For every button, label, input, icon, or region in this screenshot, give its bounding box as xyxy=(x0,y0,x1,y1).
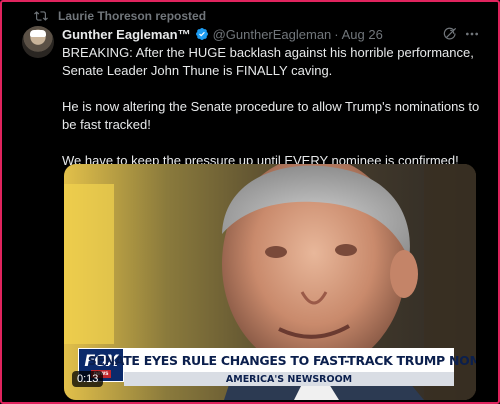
tweet-paragraph: BREAKING: After the HUGE backlash agains… xyxy=(62,45,474,78)
separator-dot: · xyxy=(334,26,339,42)
tweet-date[interactable]: Aug 26 xyxy=(342,27,383,42)
author-handle[interactable]: @GuntherEagleman xyxy=(213,27,332,42)
grok-icon[interactable] xyxy=(442,26,458,42)
show-name: AMERICA'S NEWSROOM xyxy=(225,373,353,385)
tweet-text: BREAKING: After the HUGE backlash agains… xyxy=(62,44,487,170)
more-icon[interactable] xyxy=(464,26,480,42)
tweet-card: Laurie Thoreson reposted Gunther Eaglema… xyxy=(0,0,500,404)
show-banner: AMERICA'S NEWSROOM xyxy=(124,372,454,386)
avatar[interactable] xyxy=(22,26,54,58)
author-display-name[interactable]: Gunther Eagleman™ xyxy=(62,27,191,42)
tweet-paragraph: He is now altering the Senate procedure … xyxy=(62,99,480,132)
verified-badge-icon[interactable] xyxy=(195,27,209,41)
chyron-headline: SENATE EYES RULE CHANGES TO FAST-TRACK T… xyxy=(87,352,476,368)
video-player[interactable]: FOX news SENATE EYES RULE CHANGES TO FAS… xyxy=(64,164,476,400)
repost-label: Laurie Thoreson reposted xyxy=(58,9,207,23)
news-chyron: SENATE EYES RULE CHANGES TO FAST-TRACK T… xyxy=(88,348,476,372)
video-timestamp: 0:13 xyxy=(72,371,104,387)
repost-context[interactable]: Laurie Thoreson reposted xyxy=(34,8,206,24)
tweet-header: Gunther Eagleman™ @GuntherEagleman · Aug… xyxy=(62,26,383,42)
repost-icon xyxy=(34,11,48,21)
